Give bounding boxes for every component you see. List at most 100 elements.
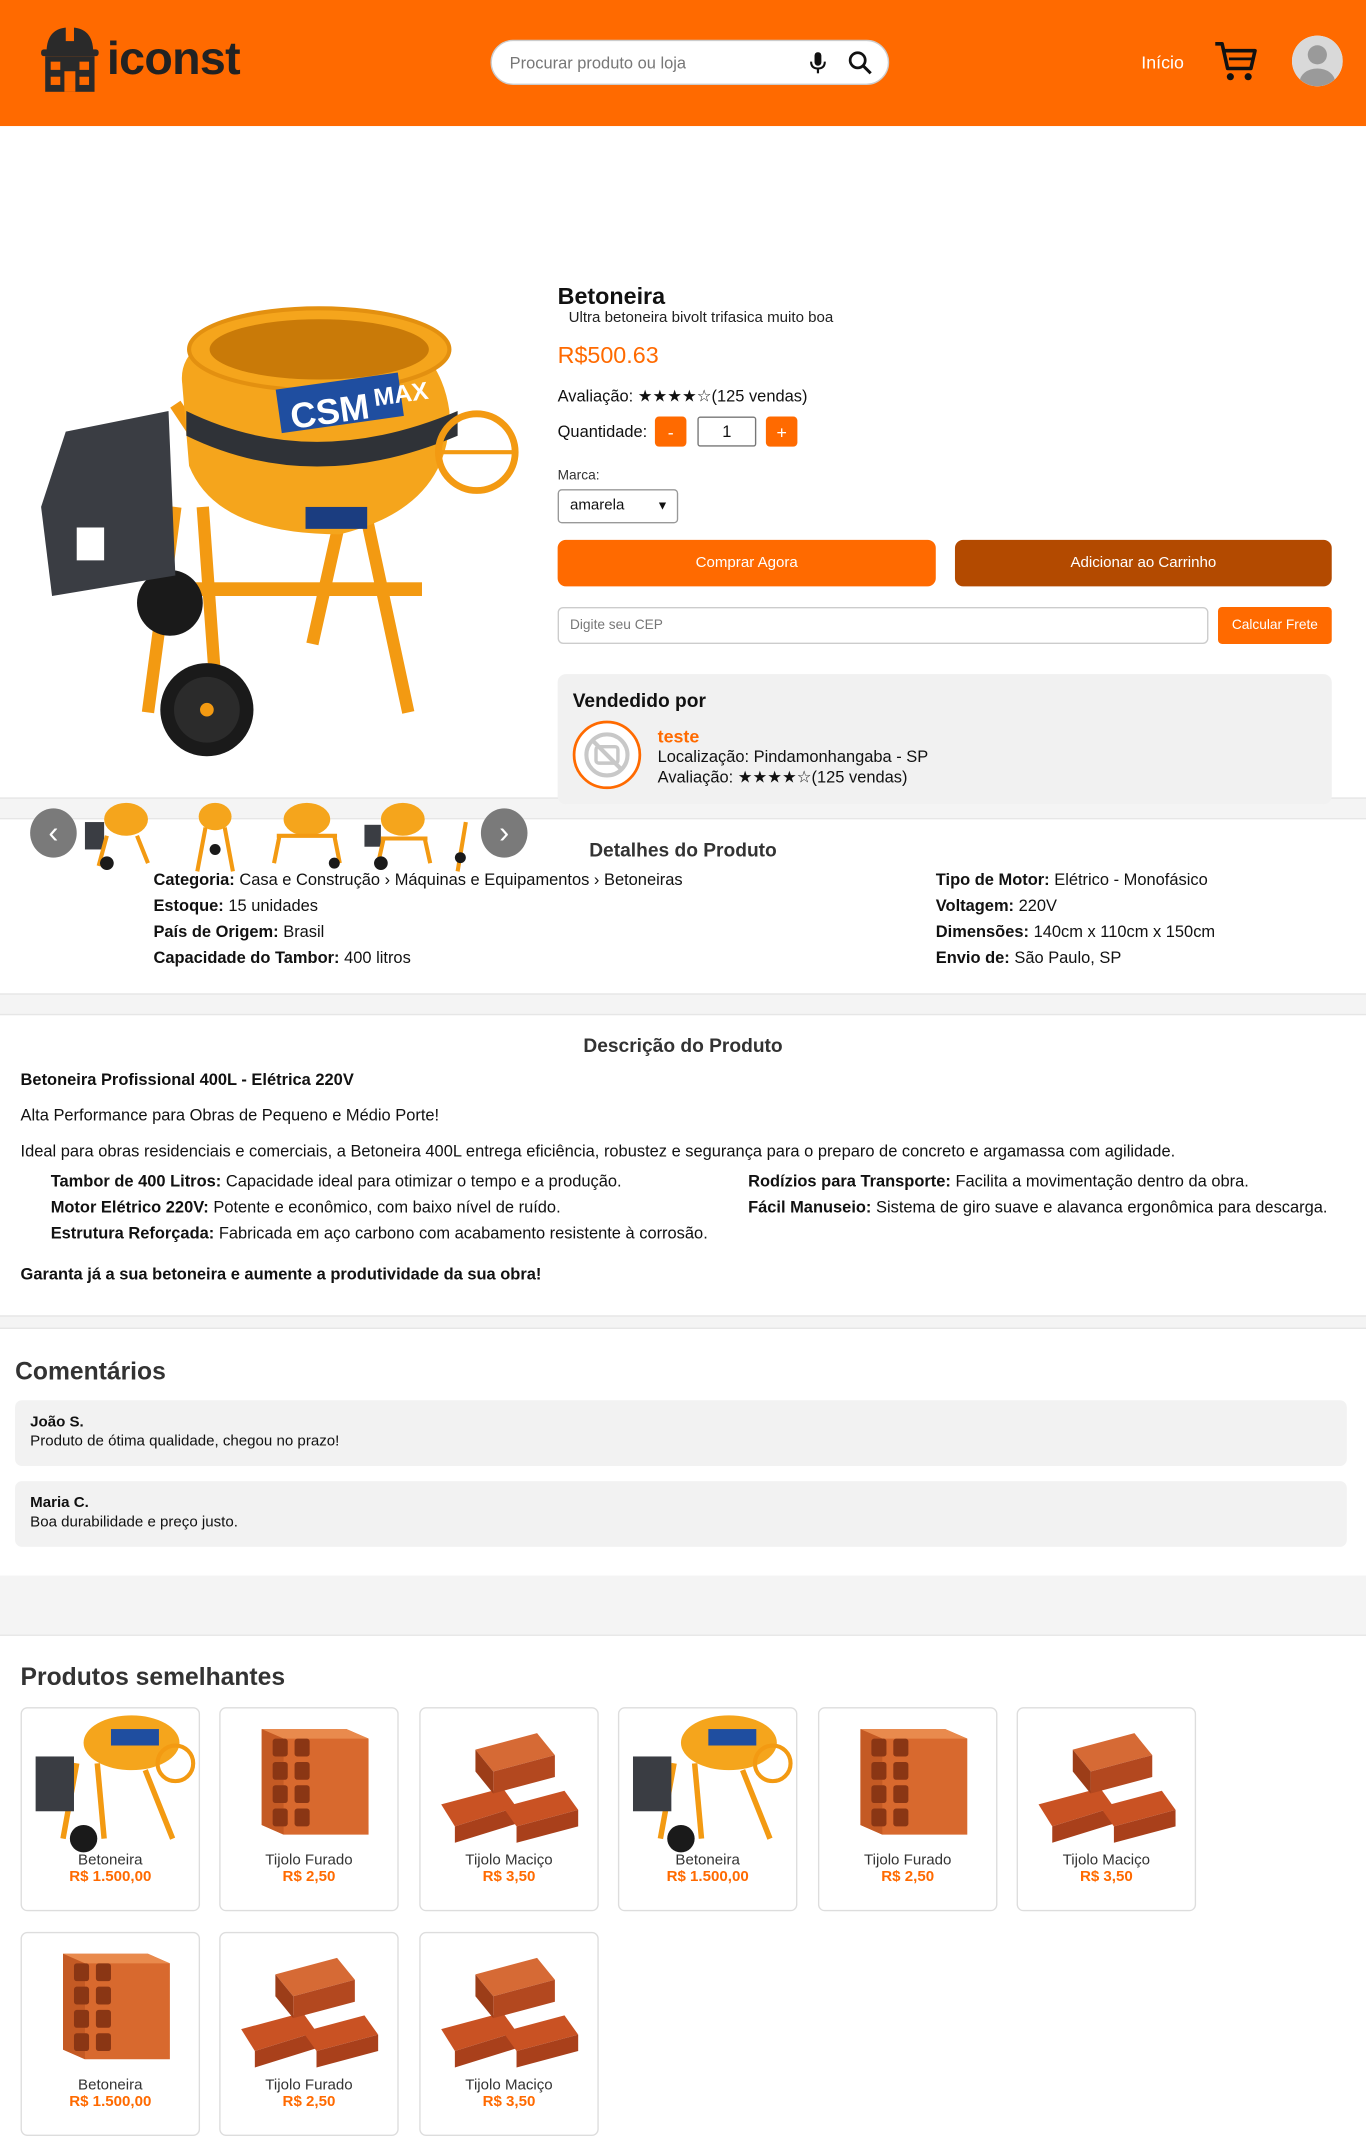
quantity-increase-button[interactable]: + (765, 416, 798, 447)
similar-product-price: R$ 3,50 (1079, 1868, 1133, 1886)
user-avatar[interactable] (1292, 35, 1343, 87)
feature-item: Rodízios para Transporte: Facilita a mov… (748, 1171, 1249, 1191)
detail-row: Voltagem: 220V (935, 896, 1058, 916)
details-title: Detalhes do Produto (589, 838, 777, 861)
product-subtitle: Ultra betoneira bivolt trifasica muito b… (568, 309, 834, 327)
product-title: Betoneira (557, 283, 666, 310)
section-divider (0, 993, 1366, 1016)
calculate-freight-button[interactable]: Calcular Frete (1218, 606, 1332, 644)
search-bar[interactable] (490, 39, 890, 85)
similar-product-price: R$ 2,50 (881, 1868, 935, 1886)
similar-product-price: R$ 1.500,00 (69, 1868, 152, 1886)
features-right-list: Rodízios para Transporte: Facilita a mov… (748, 1169, 1327, 1221)
mixer-product-image (35, 1715, 196, 1853)
similar-product-card[interactable]: Betoneira R$ 1.500,00 (20, 1931, 201, 2136)
microphone-icon[interactable] (810, 52, 826, 74)
detail-row: Tipo de Motor: Elétrico - Monofásico (935, 870, 1208, 890)
seller-name-link[interactable]: teste (658, 726, 700, 747)
mixer-product-image (632, 1715, 793, 1853)
buy-now-button[interactable]: Comprar Agora (557, 539, 936, 587)
similar-product-name: Tijolo Furado (863, 1852, 952, 1869)
logo[interactable]: iconst (38, 22, 241, 96)
similar-product-name: Tijolo Maciço (465, 2077, 553, 2094)
brand-selected-value: amarela (569, 497, 625, 514)
description-title: Descrição do Produto (583, 1034, 783, 1057)
product-main-image[interactable]: CSM MAX (38, 301, 520, 767)
similar-product-name: Betoneira (78, 1852, 143, 1869)
quantity-input[interactable]: 1 (697, 416, 757, 447)
comment-card: Maria C. Boa durabilidade e preço justo. (15, 1481, 1347, 1547)
cart-icon[interactable] (1214, 41, 1258, 82)
detail-row: Estoque: 15 unidades (153, 896, 318, 916)
comment-card: João S. Produto de ótima qualidade, cheg… (15, 1400, 1347, 1467)
similar-product-card[interactable]: Betoneira R$ 1.500,00 (20, 1707, 201, 1912)
comment-text: Boa durabilidade e preço justo. (30, 1513, 238, 1531)
description-line-1: Alta Performance para Obras de Pequeno e… (20, 1105, 440, 1125)
detail-row: Envio de: São Paulo, SP (935, 948, 1122, 968)
cep-input[interactable]: Digite seu CEP (557, 606, 1209, 644)
similar-product-name: Betoneira (675, 1852, 740, 1869)
similar-product-card[interactable]: Tijolo Maciço R$ 3,50 (1016, 1707, 1197, 1912)
feature-item: Motor Elétrico 220V: Potente e econômico… (50, 1197, 561, 1217)
similar-product-price: R$ 3,50 (482, 1868, 536, 1886)
comment-author: Maria C. (30, 1494, 89, 1512)
comments-section: Comentários João S. Produto de ótima qua… (0, 1329, 1366, 1576)
detail-row: Categoria: Casa e Construção › Máquinas … (153, 870, 683, 890)
seller-rating-stars: ★★★★☆(125 vendas) (737, 767, 908, 787)
similar-product-card[interactable]: Tijolo Maciço R$ 3,50 (419, 1931, 599, 2136)
user-icon (1292, 35, 1343, 87)
brand-select[interactable]: amarela ▼ (557, 489, 679, 524)
solid-brick-image (441, 1957, 579, 2068)
solid-brick-image (1038, 1733, 1176, 1843)
seller-rating-label: Avaliação: (657, 767, 734, 787)
seller-card: Vendedido por teste Localização: Pindamo… (557, 674, 1332, 805)
comments-title: Comentários (15, 1357, 166, 1386)
similar-product-price: R$ 1.500,00 (69, 2093, 152, 2110)
seller-location-label: Localização: (657, 746, 750, 766)
product-details-section: Detalhes do Produto Categoria: Casa e Co… (0, 819, 1366, 993)
no-image-icon (584, 732, 630, 778)
chevron-down-icon: ▼ (656, 498, 669, 513)
product-price: R$500.63 (557, 342, 659, 369)
hollow-brick-image (261, 1729, 369, 1835)
seller-card-title: Vendedido por (572, 689, 706, 712)
similar-product-card[interactable]: Betoneira R$ 1.500,00 (617, 1707, 798, 1912)
similar-product-price: R$ 3,50 (482, 2093, 536, 2110)
feature-item: Fácil Manuseio: Sistema de giro suave e … (748, 1197, 1328, 1217)
top-header: iconst Início (0, 0, 1366, 127)
description-closing: Garanta já a sua betoneira e aumente a p… (20, 1264, 542, 1284)
similar-product-price: R$ 2,50 (282, 1868, 336, 1886)
seller-location: Localização: Pindamonhangaba - SP (658, 747, 929, 766)
page: iconst Início (0, 0, 1366, 2155)
add-to-cart-button[interactable]: Adicionar ao Carrinho (954, 539, 1332, 587)
similar-product-card[interactable]: Tijolo Furado R$ 2,50 (817, 1707, 998, 1912)
feature-item: Estrutura Reforçada: Fabricada em aço ca… (50, 1223, 708, 1243)
similar-product-card[interactable]: Tijolo Maciço R$ 3,50 (419, 1707, 599, 1912)
comment-author: João S. (30, 1413, 84, 1431)
hollow-brick-image (63, 1953, 170, 2060)
details-right-list: Tipo de Motor: Elétrico - Monofásico Vol… (936, 867, 1215, 971)
similar-product-price: R$ 2,50 (282, 2093, 336, 2110)
search-icon[interactable] (848, 51, 873, 76)
similar-product-name: Tijolo Maciço (1062, 1852, 1151, 1869)
hollow-brick-image (860, 1729, 968, 1835)
detail-row: Dimensões: 140cm x 110cm x 150cm (935, 922, 1216, 942)
section-divider (0, 1575, 1366, 1636)
seller-logo[interactable] (572, 720, 642, 790)
nav-home-link[interactable]: Início (1141, 52, 1184, 73)
similar-products-title: Produtos semelhantes (20, 1663, 286, 1691)
similar-product-card[interactable]: Tijolo Furado R$ 2,50 (219, 1931, 399, 2136)
comment-text: Produto de ótima qualidade, chegou no pr… (30, 1433, 340, 1450)
similar-product-name: Tijolo Maciço (465, 1852, 553, 1869)
seller-rating: Avaliação: ★★★★☆(125 vendas) (658, 767, 908, 786)
detail-row: Capacidade do Tambor: 400 litros (153, 948, 411, 968)
building-logo-icon (41, 24, 99, 92)
logo-text: iconst (106, 32, 241, 85)
brand-label: Marca: (557, 468, 600, 484)
description-heading: Betoneira Profissional 400L - Elétrica 2… (20, 1070, 354, 1090)
rating-stars: ★★★★☆(125 vendas) (637, 386, 808, 406)
similar-products-section: Produtos semelhantes Betoneira R$ 1.500,0… (0, 1636, 1366, 2155)
quantity-decrease-button[interactable]: - (654, 416, 687, 447)
search-input[interactable] (509, 52, 798, 72)
similar-product-card[interactable]: Tijolo Furado R$ 2,50 (219, 1707, 399, 1912)
